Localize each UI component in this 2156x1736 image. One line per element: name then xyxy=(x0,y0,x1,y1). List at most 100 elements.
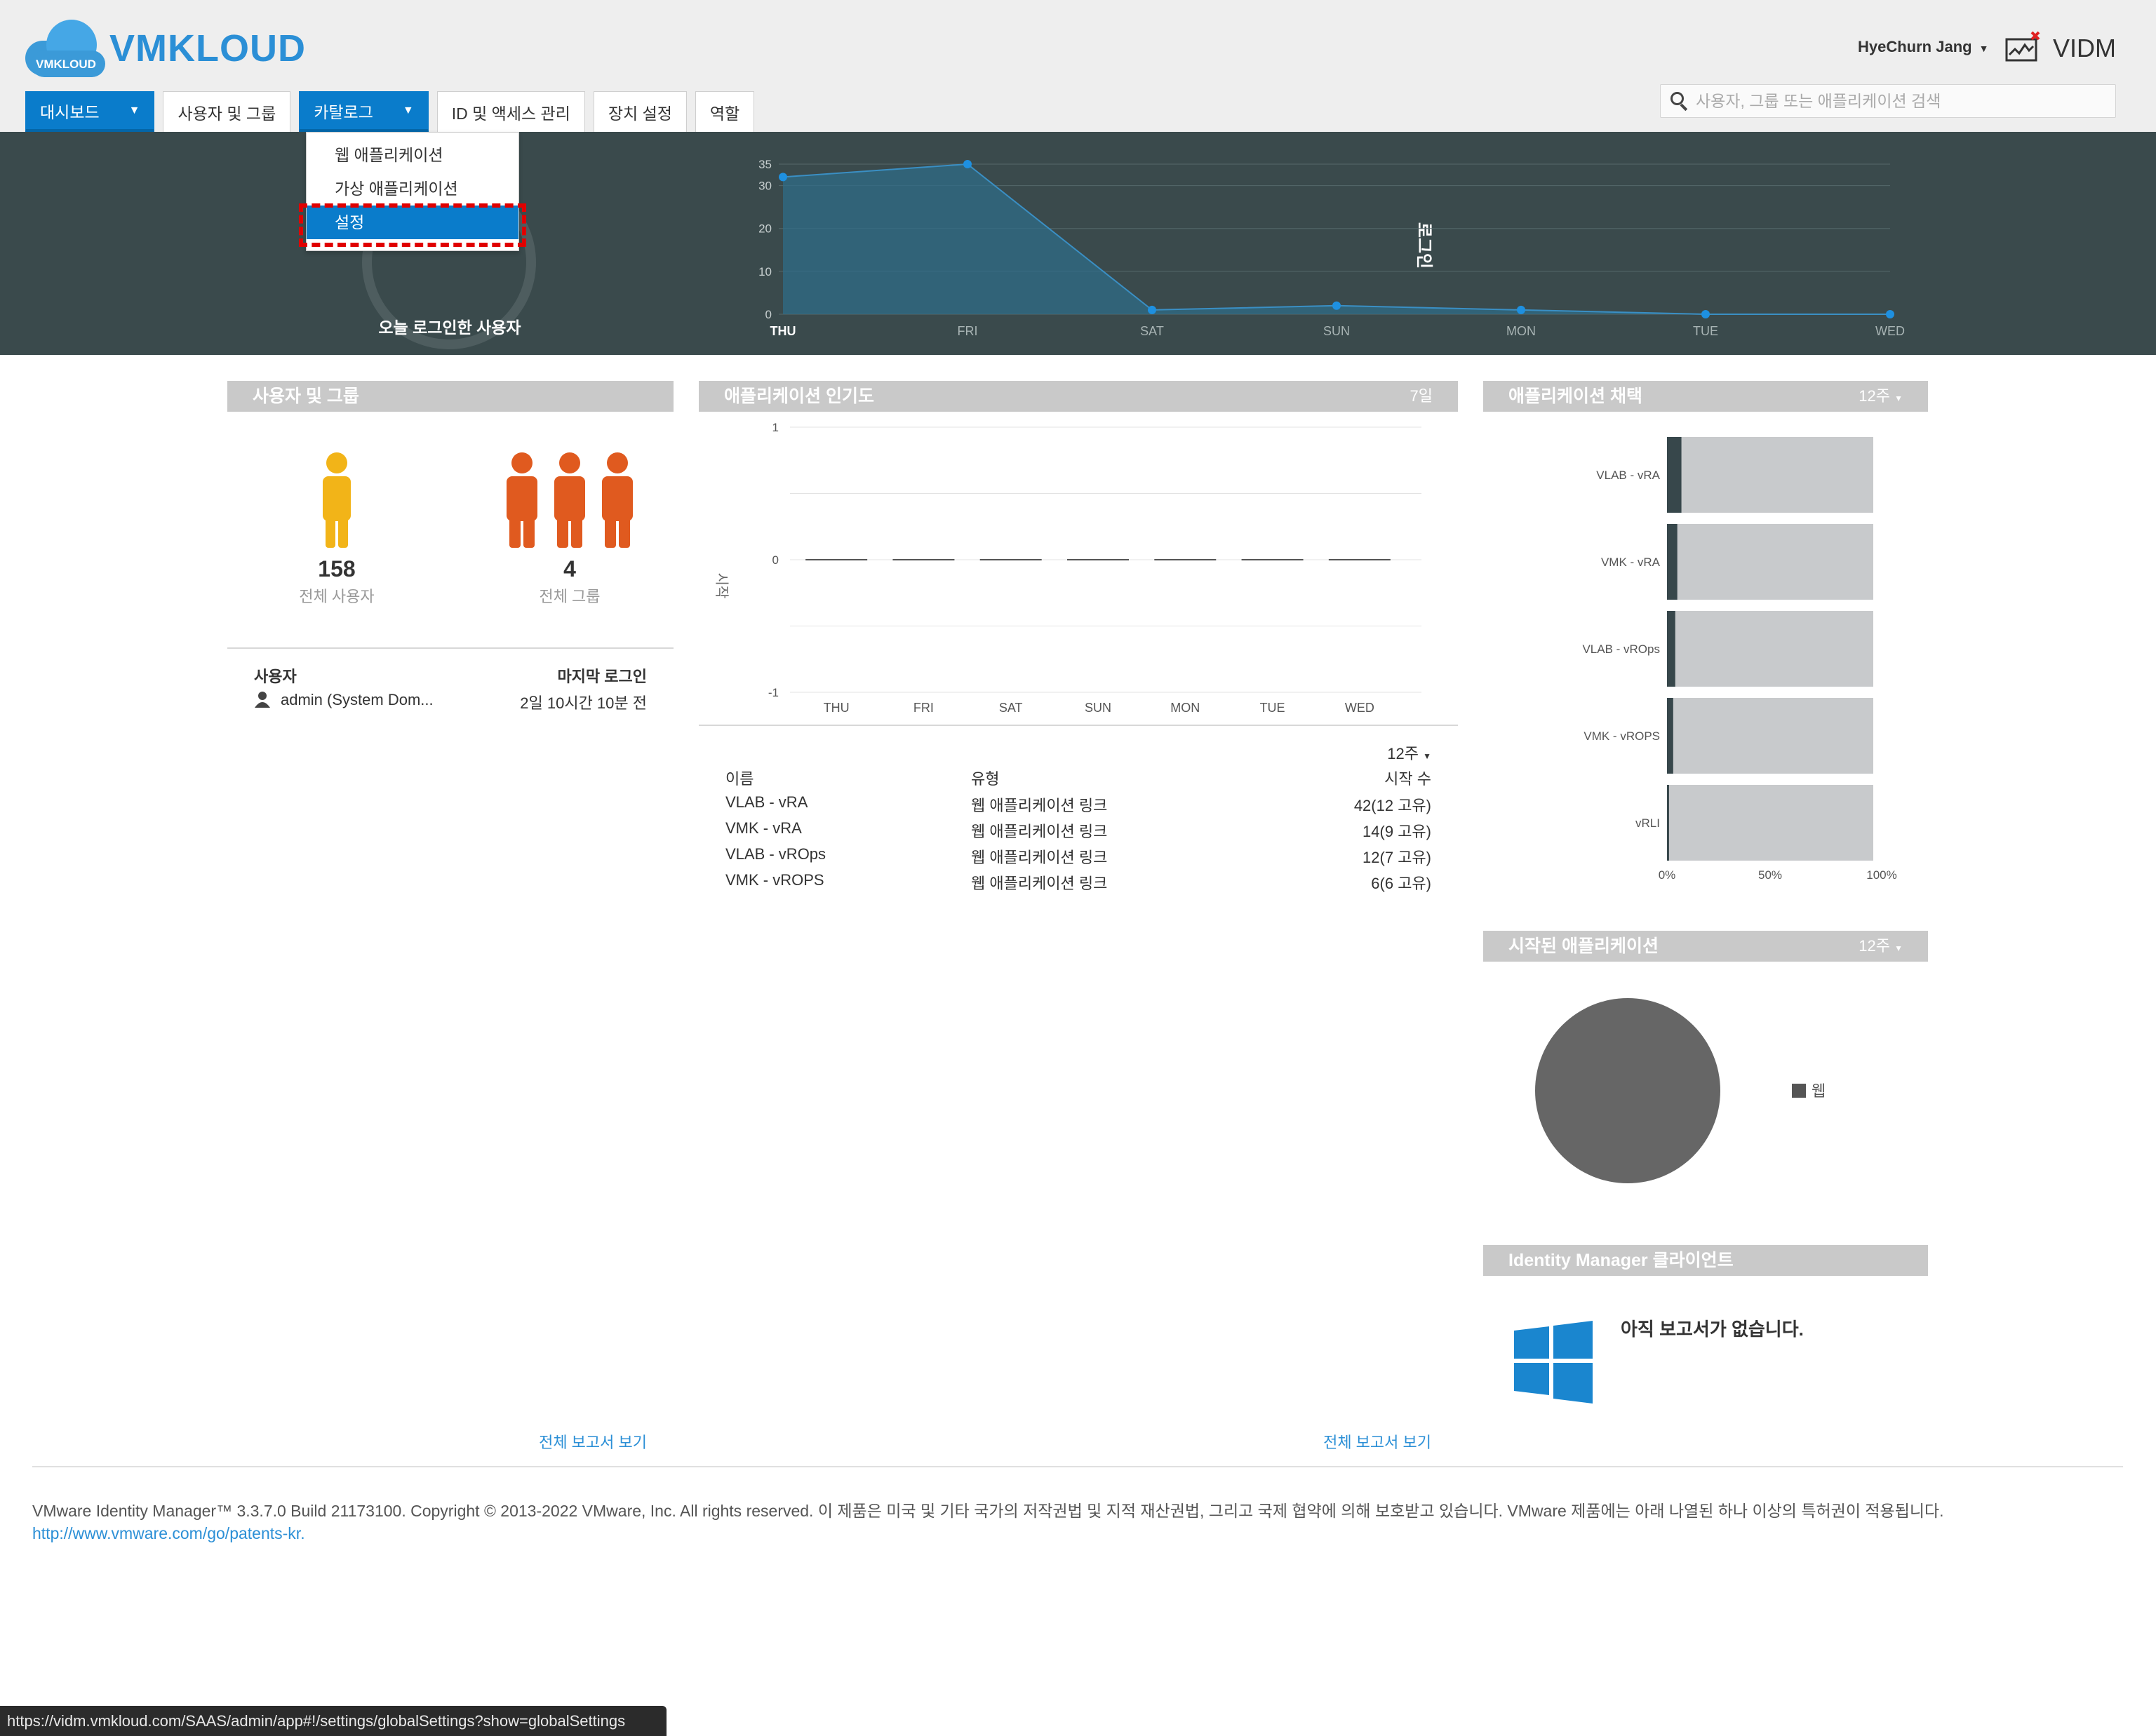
menu-item-web-apps[interactable]: 웹 애플리케이션 xyxy=(307,138,518,172)
y-axis-label: 로그인 xyxy=(1414,222,1433,269)
x-tick-label: MON xyxy=(1506,324,1536,338)
main-nav: 대시보드 ▼ 사용자 및 그룹 카탈로그 ▼ ID 및 액세스 관리 장치 설정… xyxy=(25,91,763,132)
search-box[interactable] xyxy=(1660,84,2116,118)
user-name-cell[interactable]: admin (System Dom... xyxy=(281,691,434,709)
data-point[interactable] xyxy=(779,173,787,182)
y-tick-label: 20 xyxy=(758,222,772,236)
panel-title: 사용자 및 그룹 xyxy=(227,381,674,412)
bar[interactable] xyxy=(1667,524,1678,600)
x-tick-label: SAT xyxy=(1140,324,1164,338)
tab-identity-access[interactable]: ID 및 액세스 관리 xyxy=(436,91,585,132)
bar[interactable] xyxy=(1241,559,1304,560)
data-point[interactable] xyxy=(963,160,972,168)
last-login-cell: 2일 10시간 10분 전 xyxy=(520,694,647,712)
status-bar-url: https://vidm.vmkloud.com/SAAS/admin/app#… xyxy=(0,1706,667,1736)
bar-track xyxy=(1667,785,1873,861)
bar[interactable] xyxy=(979,559,1042,560)
divider xyxy=(699,725,1458,726)
bar-track xyxy=(1667,524,1873,600)
bar[interactable] xyxy=(1067,559,1129,560)
x-tick-label: TUE xyxy=(1260,701,1285,715)
view-all-report-link[interactable]: 전체 보고서 보기 xyxy=(539,1430,647,1453)
tab-label: 역할 xyxy=(709,104,740,123)
tab-label: 카탈로그 xyxy=(314,102,373,121)
bar[interactable] xyxy=(1667,437,1682,513)
category-label: VMK - vRA xyxy=(1601,556,1661,569)
app-adoption-panel: 애플리케이션 채택 12주 ▼ VLAB - vRA VMK - vRA VLAB -… xyxy=(1483,381,1928,904)
tab-label: 사용자 및 그룹 xyxy=(178,104,276,123)
tab-label: 대시보드 xyxy=(40,102,100,121)
app-name-cell: VLAB - vROps xyxy=(725,845,826,863)
search-icon xyxy=(1670,92,1689,112)
bar[interactable] xyxy=(892,559,955,560)
group-icon xyxy=(507,452,633,548)
category-label: VLAB - vROps xyxy=(1582,642,1660,656)
column-header-launches: 시작 수 xyxy=(1384,770,1431,788)
category-label: VMK - vROPS xyxy=(1583,729,1660,743)
tab-users-groups[interactable]: 사용자 및 그룹 xyxy=(163,91,291,132)
login-chart: 로그인 0 10 20 30 35 THU FRI SAT SUN MON TUE WED xyxy=(758,158,1905,338)
x-tick-label: 0% xyxy=(1659,868,1676,882)
bar[interactable] xyxy=(1667,698,1673,774)
y-tick-label: 30 xyxy=(758,180,772,193)
bar[interactable] xyxy=(805,559,868,560)
bar[interactable] xyxy=(1667,611,1675,687)
person-icon xyxy=(255,692,270,708)
brand-logo[interactable]: VMKLOUD VMKLOUD xyxy=(25,20,306,77)
footer-divider xyxy=(32,1466,2123,1467)
period-select[interactable]: 12주 ▼ xyxy=(1859,931,1903,964)
app-name-cell: VMK - vRA xyxy=(725,819,802,837)
data-point[interactable] xyxy=(1701,310,1710,318)
bar[interactable] xyxy=(1667,785,1669,861)
bar[interactable] xyxy=(1154,559,1217,560)
total-groups-count: 4 xyxy=(563,556,576,581)
bar[interactable] xyxy=(1328,559,1391,560)
x-tick-label: 100% xyxy=(1866,868,1896,882)
range-label[interactable]: 7일 xyxy=(1410,381,1433,412)
tab-catalog[interactable]: 카탈로그 ▼ xyxy=(299,91,429,132)
user-menu[interactable]: HyeChurn Jang ▼ xyxy=(1858,38,1988,56)
total-users-count: 158 xyxy=(318,556,356,581)
x-tick-label: 50% xyxy=(1758,868,1782,882)
data-point[interactable] xyxy=(1886,310,1894,318)
x-tick-label: FRI xyxy=(958,324,978,338)
launched-apps-panel: 시작된 애플리케이션 12주 ▼ 웹 xyxy=(1483,931,1928,1218)
app-name-cell: VMK - vROPS xyxy=(725,871,824,889)
tab-device-settings[interactable]: 장치 설정 xyxy=(593,91,687,132)
login-area-series xyxy=(783,164,1890,314)
app-type-cell: 웹 애플리케이션 링크 xyxy=(971,849,1108,866)
patents-link[interactable]: http://www.vmware.com/go/patents-kr. xyxy=(32,1524,305,1542)
y-tick-label: 10 xyxy=(758,265,772,278)
user-name: HyeChurn Jang xyxy=(1858,38,1972,55)
search-input[interactable] xyxy=(1696,91,2103,111)
monitor-alert-icon xyxy=(2005,31,2040,62)
period-select[interactable]: 12주 ▼ xyxy=(1387,741,1431,764)
tab-label: ID 및 액세스 관리 xyxy=(451,104,570,123)
data-point[interactable] xyxy=(1517,305,1525,314)
tab-roles[interactable]: 역할 xyxy=(695,91,755,132)
launch-count-cell: 6(6 고유) xyxy=(1371,875,1431,892)
view-all-report-link[interactable]: 전체 보고서 보기 xyxy=(1323,1430,1431,1453)
menu-item-virtual-apps[interactable]: 가상 애플리케이션 xyxy=(307,172,518,206)
x-tick-label: THU xyxy=(770,324,796,338)
caret-down-icon: ▼ xyxy=(1978,43,1989,54)
popularity-chart: 시작 1 0 -1 THU FRI SAT SUN MON TUE WED xyxy=(714,421,1421,715)
pie-slice-web xyxy=(1535,998,1720,1183)
app-name-cell: VLAB - vRA xyxy=(725,793,808,811)
x-tick-label: SAT xyxy=(999,701,1023,715)
period-select[interactable]: 12주 ▼ xyxy=(1859,381,1903,414)
tab-dashboard[interactable]: 대시보드 ▼ xyxy=(25,91,155,132)
y-tick-label: 0 xyxy=(772,553,779,567)
data-point[interactable] xyxy=(1332,301,1341,310)
data-point[interactable] xyxy=(1148,305,1156,314)
app-type-cell: 웹 애플리케이션 링크 xyxy=(971,797,1108,814)
caret-down-icon[interactable]: ▼ xyxy=(119,105,140,117)
x-tick-label: THU xyxy=(824,701,850,715)
category-label: vRLI xyxy=(1635,816,1660,830)
category-label: VLAB - vRA xyxy=(1596,469,1660,482)
column-header-user: 사용자 xyxy=(254,668,297,685)
cloud-logo-icon: VMKLOUD xyxy=(25,20,107,77)
gauge-label: 오늘 로그인한 사용자 xyxy=(378,318,521,337)
logo-badge-text: VMKLOUD xyxy=(36,58,96,71)
caret-down-icon[interactable]: ▼ xyxy=(393,105,414,117)
